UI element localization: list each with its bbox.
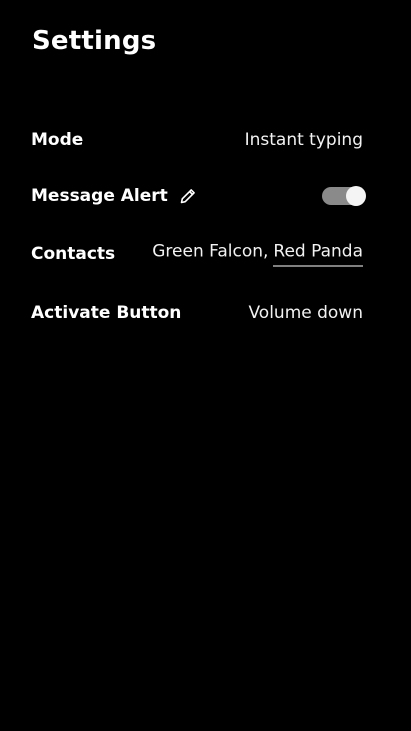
contacts-value: Green Falcon, Red Panda xyxy=(152,242,363,267)
page-title: Settings xyxy=(32,26,157,56)
mode-value[interactable]: Instant typing xyxy=(245,130,363,150)
settings-screen: Settings Mode Instant typing Message Ale… xyxy=(0,0,411,731)
pencil-icon[interactable] xyxy=(178,186,198,206)
message-alert-setting-row: Message Alert xyxy=(31,176,366,216)
mode-label: Mode xyxy=(31,130,84,150)
activate-button-setting-row[interactable]: Activate Button Volume down xyxy=(31,293,365,333)
contact-red-panda-input[interactable]: Red Panda xyxy=(273,242,363,267)
message-alert-label-group: Message Alert xyxy=(31,186,198,206)
contacts-label: Contacts xyxy=(31,244,116,264)
mode-setting-row[interactable]: Mode Instant typing xyxy=(31,120,365,160)
activate-button-label: Activate Button xyxy=(31,303,182,323)
message-alert-label: Message Alert xyxy=(31,186,168,206)
message-alert-toggle[interactable] xyxy=(322,186,366,206)
contact-green-falcon[interactable]: Green Falcon, xyxy=(152,242,268,262)
toggle-knob xyxy=(346,186,366,206)
contacts-setting-row: Contacts Green Falcon, Red Panda xyxy=(31,234,365,274)
activate-button-value[interactable]: Volume down xyxy=(248,303,363,323)
